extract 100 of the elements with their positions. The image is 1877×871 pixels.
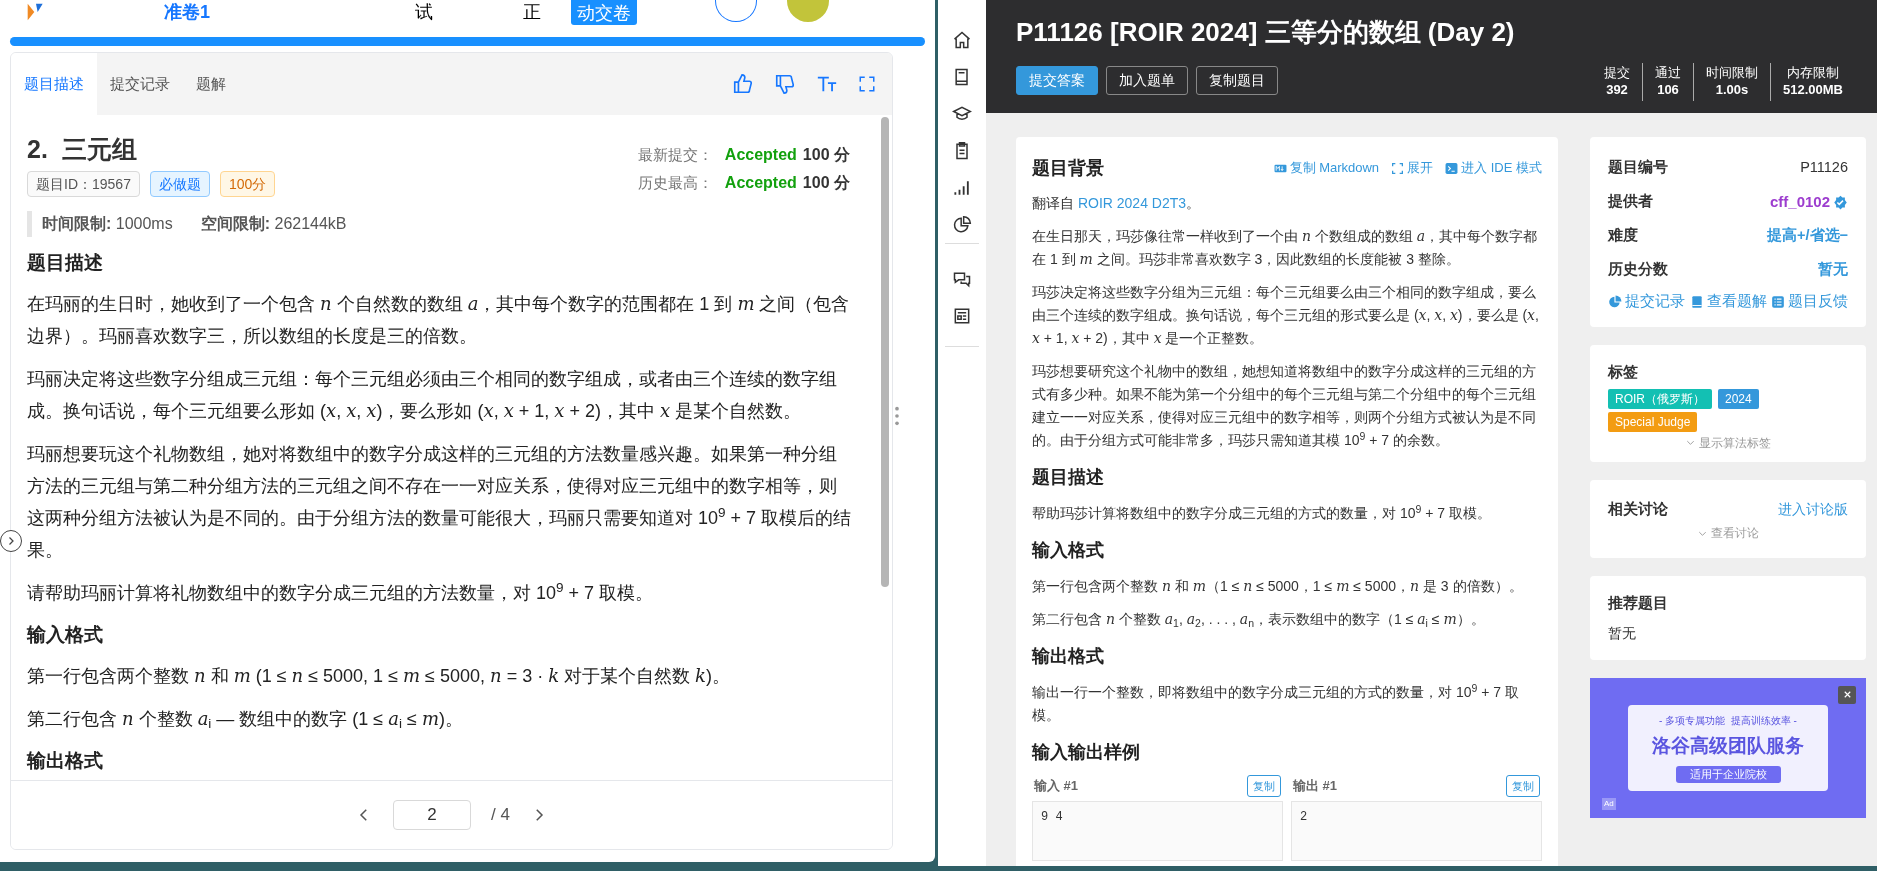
paragraph: 第二行包含 n 个整数 a$_{i}$ — 数组中的数字 (1 ≤ a$_{i}$ ≤ m)。 bbox=[27, 707, 464, 734]
info-link[interactable]: 查看题解 bbox=[1689, 291, 1767, 313]
section-heading: 输出格式 bbox=[27, 749, 104, 773]
verified-badge-icon bbox=[1833, 194, 1848, 210]
stat-value: 392 bbox=[1606, 81, 1628, 99]
info-label: 提供者 bbox=[1608, 192, 1653, 212]
info-value: P11126 bbox=[1800, 158, 1848, 178]
info-label: 题目编号 bbox=[1608, 158, 1668, 178]
discussion-link[interactable]: 进入讨论版 bbox=[1778, 498, 1848, 520]
problem-title: P11126 [ROIR 2024] 三等分的数组 (Day 2) bbox=[1016, 16, 1516, 49]
action-button[interactable]: 加入题单 bbox=[1106, 66, 1188, 95]
submit-exam-button[interactable]: 动交卷 bbox=[571, 0, 637, 25]
info-label: 难度 bbox=[1608, 226, 1638, 246]
card-title: 相关讨论 bbox=[1608, 498, 1668, 519]
pie-chart-icon[interactable] bbox=[952, 215, 972, 235]
close-button[interactable] bbox=[1838, 685, 1856, 704]
section-heading: 输入格式 bbox=[27, 623, 104, 647]
card-title: 推荐题目 bbox=[1608, 593, 1669, 614]
list-icon bbox=[1771, 294, 1785, 309]
stat-label: 提交 bbox=[1604, 65, 1630, 81]
tag: 必做题 bbox=[149, 171, 210, 197]
copy-button[interactable]: 复制 bbox=[1247, 775, 1281, 797]
drag-handle-icon[interactable] bbox=[893, 405, 901, 427]
toolbar-link[interactable]: 复制 Markdown bbox=[1273, 158, 1380, 178]
ad-tag: 适用于企业院校 bbox=[1675, 766, 1781, 783]
paragraph: 第二行包含 n 个整数 a$_{1}$, a$_{2}$, . . . , a$_{n}$，表示数组中的数字（1 ≤ a$_{i}$ ≤ m）。 bbox=[1032, 610, 1486, 631]
scrollbar[interactable] bbox=[881, 117, 889, 587]
stat-value: 1.00s bbox=[1715, 81, 1749, 99]
toolbar-link[interactable]: 进入 IDE 模式 bbox=[1445, 158, 1542, 178]
tag: 100分 bbox=[219, 171, 276, 197]
paragraph: 输出一行一个整数，即将数组中的数字分成三元组的方式的数量，对 10$^{9}$ + 7 取模。 bbox=[1032, 681, 1520, 725]
tab[interactable]: 题解 bbox=[183, 53, 239, 115]
paragraph: 玛丽想要玩这个礼物数组，她对将数组中的数字分成这样的三元组的方法数量感兴趣。如果第一种分组方法的三元组与第二种分组方法的三元组之间不存在一一对应关系，使得对应三元组中的数字相等，则这两种分组方法被认为是不同的。由于分组方法的数量可能很大，玛丽只需要知道对 10$^{9}$ + 7 取模后的结果。 bbox=[27, 443, 852, 562]
paragraph: 在生日那天，玛莎像往常一样收到了一个由 n 个数组成的数组 a，其中每个数字都在 1 到 m 之间。玛莎非常喜欢数字 3，因此数组的长度能被 3 整除。 bbox=[1032, 227, 1539, 269]
paragraph: 帮助玛莎计算将数组中的数字分成三元组的方式的数量，对 10$^{9}$ + 7 取模。 bbox=[1032, 502, 1492, 523]
header-label: 试 bbox=[415, 1, 433, 24]
section-heading: 题目描述 bbox=[1032, 466, 1104, 489]
tab[interactable]: 提交记录 bbox=[97, 53, 183, 115]
empty-text: 暂无 bbox=[1608, 623, 1637, 643]
section-heading: 输入输出样例 bbox=[1032, 741, 1141, 764]
paragraph: 翻译自 ROIR 2024 D2T3。 bbox=[1032, 194, 1202, 213]
home-icon[interactable] bbox=[952, 30, 972, 50]
chat-bubbles-icon[interactable] bbox=[952, 269, 972, 289]
paragraph: 玛莎想要研究这个礼物中的数组，她想知道将数组中的数字分成这样的三元组的方式有多少种。如果不能为第一个分组中的每个三元组与第二个分组中的每个三元组建立一一对应关系，使得对应三元组中的数字相等，则两个分组方式被认为是不同的。由于分组方式可能非常多，玛莎只需知道其模 10$^{9}$ + 7 的余数。 bbox=[1032, 362, 1537, 450]
ad-banner[interactable]: - 多项专属功能 提高训练效率 - 洛谷高级团队服务 适用于企业院校 Ad bbox=[1590, 677, 1866, 818]
result-label: 最新提交： bbox=[637, 145, 713, 165]
tag[interactable]: ROIR（俄罗斯） bbox=[1608, 388, 1712, 409]
tag[interactable]: Special Judge bbox=[1608, 411, 1698, 432]
source-link[interactable]: ROIR 2024 D2T3 bbox=[1077, 195, 1187, 211]
code-block: 9 4 bbox=[1032, 801, 1283, 861]
info-link[interactable]: 题目反馈 bbox=[1771, 291, 1848, 313]
stat-value: 512.00MB bbox=[1783, 81, 1843, 99]
action-button[interactable]: 提交答案 bbox=[1016, 66, 1098, 95]
toolbar-link[interactable]: 展开 bbox=[1391, 158, 1434, 178]
signal-bars-icon[interactable] bbox=[952, 178, 972, 198]
limit-text: 时间限制: 1000ms bbox=[42, 214, 173, 234]
ad-subtitle: - 多项专属功能 提高训练效率 - bbox=[1659, 713, 1797, 728]
user-link[interactable]: cff_0102 bbox=[1769, 190, 1830, 214]
verdict: Accepted bbox=[724, 173, 797, 193]
paragraph: 请帮助玛丽计算将礼物数组中的数字分成三元组的方法数量，对 10$^{9}$ + 7 取模。 bbox=[27, 579, 655, 605]
header-label: 正 bbox=[523, 1, 541, 24]
paragraph: 第一行包含两个整数 n 和 m（1 ≤ n ≤ 5000，1 ≤ m ≤ 5000，n 是 3 的倍数）。 bbox=[1032, 577, 1524, 596]
action-button[interactable]: 复制题目 bbox=[1196, 66, 1278, 95]
result-label: 历史最高： bbox=[637, 173, 713, 193]
paragraph: 第一行包含两个整数 n 和 m (1 ≤ n ≤ 5000, 1 ≤ m ≤ 5000, n = 3 · k 对于某个自然数 k)。 bbox=[27, 664, 731, 688]
fullscreen-icon[interactable] bbox=[858, 75, 876, 93]
paragraph: 玛丽决定将这些数字分组成三元组：每个三元组必须由三个相同的数字组成，或者由三个连续的数字组成。换句话说，每个三元组要么形如 (x, x, x)，要么形如 (x, x + 1, x + 2)，其中 x 是某个自然数。 bbox=[27, 368, 838, 423]
section-heading: 输入格式 bbox=[1032, 539, 1104, 562]
thumbs-down-icon[interactable] bbox=[774, 73, 796, 95]
terminal-icon bbox=[1445, 161, 1459, 175]
expand-icon bbox=[1391, 161, 1405, 175]
view-discussion-toggle[interactable]: 查看讨论 bbox=[1697, 524, 1759, 543]
page-input[interactable]: 2 bbox=[393, 800, 472, 830]
show-tags-toggle[interactable]: 显示算法标签 bbox=[1685, 433, 1771, 452]
info-link[interactable]: 提交记录 bbox=[1608, 291, 1685, 313]
score: 100 分 bbox=[802, 173, 850, 193]
limit-text: 空间限制: 262144kB bbox=[200, 214, 347, 234]
tag: 题目ID：19567 bbox=[27, 171, 140, 197]
thumbs-up-icon[interactable] bbox=[732, 73, 754, 95]
sample-label: 输入 #1 bbox=[1034, 777, 1079, 796]
score: 100 分 bbox=[802, 145, 850, 165]
ad-badge: Ad bbox=[1602, 797, 1616, 810]
stat-value: 106 bbox=[1657, 81, 1679, 99]
info-value[interactable]: 提高+/省选− bbox=[1767, 225, 1848, 247]
newspaper-icon[interactable] bbox=[952, 306, 972, 326]
tab[interactable]: 题目描述 bbox=[11, 53, 97, 115]
copy-button[interactable]: 复制 bbox=[1506, 775, 1540, 797]
section-heading: 题目背景 bbox=[1032, 157, 1104, 180]
stat-label: 通过 bbox=[1655, 65, 1681, 81]
paragraph: 在玛丽的生日时，她收到了一个包含 n 个自然数的数组 a，其中每个数字的范围都在 1 到 m 之间（包含边界）。玛丽喜欢数字三，所以数组的长度是三的倍数。 bbox=[27, 292, 851, 348]
ad-title: 洛谷高级团队服务 bbox=[1652, 733, 1804, 758]
stat-label: 时间限制 bbox=[1706, 65, 1758, 81]
section-heading: 输出格式 bbox=[1032, 645, 1104, 668]
paragraph: 玛莎决定将这些数字分组为三元组：每个三元组要么由三个相同的数字组成，要么由三个连续的数字组成。换句话说，每个三元组的形式要么是 (x, x, x)，要么是 (x, x + 1, x + 2)，其中 x 是一个正整数。 bbox=[1032, 283, 1540, 348]
tag[interactable]: 2024 bbox=[1718, 388, 1759, 409]
page-total: / 4 bbox=[491, 804, 510, 827]
verdict: Accepted bbox=[724, 145, 797, 165]
collapse-toggle[interactable] bbox=[0, 530, 22, 552]
info-value[interactable]: 暂无 bbox=[1818, 259, 1848, 281]
card-title: 标签 bbox=[1608, 361, 1639, 382]
